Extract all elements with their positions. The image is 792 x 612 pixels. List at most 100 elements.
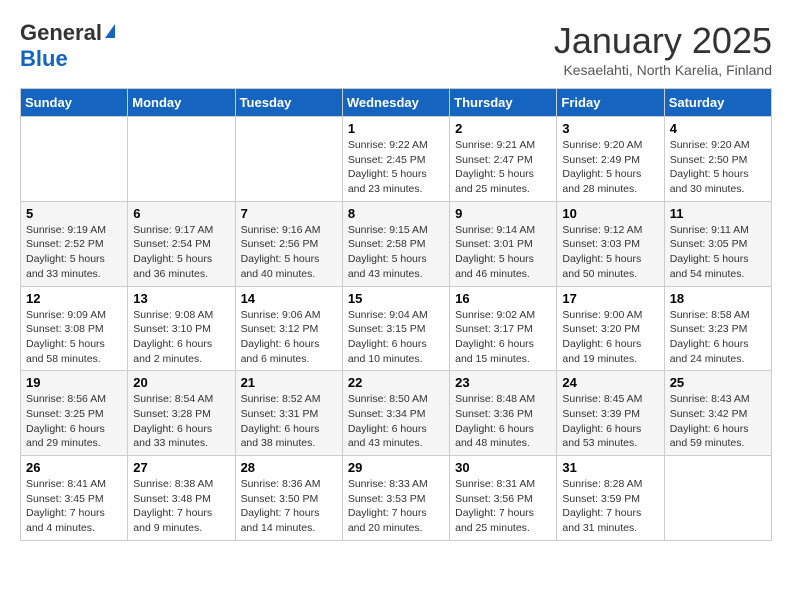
calendar-day-cell: 29 Sunrise: 8:33 AM Sunset: 3:53 PM Dayli… — [342, 456, 449, 541]
calendar-day-cell — [235, 117, 342, 202]
calendar-day-cell: 30 Sunrise: 8:31 AM Sunset: 3:56 PM Dayli… — [450, 456, 557, 541]
day-number: 10 — [562, 206, 658, 221]
calendar-day-cell: 4 Sunrise: 9:20 AM Sunset: 2:50 PM Daylig… — [664, 117, 771, 202]
calendar-day-cell: 18 Sunrise: 8:58 AM Sunset: 3:23 PM Dayli… — [664, 286, 771, 371]
day-number: 22 — [348, 375, 444, 390]
calendar-day-cell: 28 Sunrise: 8:36 AM Sunset: 3:50 PM Dayli… — [235, 456, 342, 541]
calendar-day-cell: 15 Sunrise: 9:04 AM Sunset: 3:15 PM Dayli… — [342, 286, 449, 371]
day-number: 28 — [241, 460, 337, 475]
day-info: Sunrise: 8:41 AM Sunset: 3:45 PM Dayligh… — [26, 477, 122, 536]
day-number: 26 — [26, 460, 122, 475]
day-number: 9 — [455, 206, 551, 221]
day-info: Sunrise: 9:04 AM Sunset: 3:15 PM Dayligh… — [348, 308, 444, 367]
day-number: 4 — [670, 121, 766, 136]
day-of-week-header: Sunday — [21, 89, 128, 117]
calendar-day-cell: 21Sunrise: 8:52 AM Sunset: 3:31 PM Dayli… — [235, 371, 342, 456]
page-header: General Blue January 2025 Kesaelahti, No… — [20, 20, 772, 78]
calendar-week-row: 19Sunrise: 8:56 AM Sunset: 3:25 PM Dayli… — [21, 371, 772, 456]
day-info: Sunrise: 9:09 AM Sunset: 3:08 PM Dayligh… — [26, 308, 122, 367]
calendar-day-cell: 13 Sunrise: 9:08 AM Sunset: 3:10 PM Dayli… — [128, 286, 235, 371]
calendar-day-cell: 24 Sunrise: 8:45 AM Sunset: 3:39 PM Dayli… — [557, 371, 664, 456]
calendar-day-cell: 6Sunrise: 9:17 AM Sunset: 2:54 PM Daylig… — [128, 201, 235, 286]
day-info: Sunrise: 8:28 AM Sunset: 3:59 PM Dayligh… — [562, 477, 658, 536]
day-of-week-header: Wednesday — [342, 89, 449, 117]
day-info: Sunrise: 8:31 AM Sunset: 3:56 PM Dayligh… — [455, 477, 551, 536]
day-info: Sunrise: 8:38 AM Sunset: 3:48 PM Dayligh… — [133, 477, 229, 536]
calendar-day-cell: 7 Sunrise: 9:16 AM Sunset: 2:56 PM Daylig… — [235, 201, 342, 286]
day-number: 11 — [670, 206, 766, 221]
calendar-day-cell: 12 Sunrise: 9:09 AM Sunset: 3:08 PM Dayli… — [21, 286, 128, 371]
day-of-week-header: Friday — [557, 89, 664, 117]
day-info: Sunrise: 9:20 AM Sunset: 2:50 PM Dayligh… — [670, 138, 766, 197]
calendar-day-cell: 3 Sunrise: 9:20 AM Sunset: 2:49 PM Daylig… — [557, 117, 664, 202]
day-number: 8 — [348, 206, 444, 221]
logo-blue-text: Blue — [20, 46, 68, 72]
calendar-week-row: 1Sunrise: 9:22 AM Sunset: 2:45 PM Daylig… — [21, 117, 772, 202]
day-number: 29 — [348, 460, 444, 475]
calendar-day-cell: 19Sunrise: 8:56 AM Sunset: 3:25 PM Dayli… — [21, 371, 128, 456]
calendar-week-row: 26 Sunrise: 8:41 AM Sunset: 3:45 PM Dayli… — [21, 456, 772, 541]
day-number: 18 — [670, 291, 766, 306]
day-of-week-header: Monday — [128, 89, 235, 117]
day-info: Sunrise: 9:20 AM Sunset: 2:49 PM Dayligh… — [562, 138, 658, 197]
calendar-day-cell: 20Sunrise: 8:54 AM Sunset: 3:28 PM Dayli… — [128, 371, 235, 456]
calendar-day-cell: 14 Sunrise: 9:06 AM Sunset: 3:12 PM Dayli… — [235, 286, 342, 371]
day-info: Sunrise: 8:36 AM Sunset: 3:50 PM Dayligh… — [241, 477, 337, 536]
day-info: Sunrise: 8:50 AM Sunset: 3:34 PM Dayligh… — [348, 392, 444, 451]
day-info: Sunrise: 8:52 AM Sunset: 3:31 PM Dayligh… — [241, 392, 337, 451]
day-number: 20 — [133, 375, 229, 390]
day-number: 31 — [562, 460, 658, 475]
calendar-day-cell: 10 Sunrise: 9:12 AM Sunset: 3:03 PM Dayli… — [557, 201, 664, 286]
calendar-day-cell — [664, 456, 771, 541]
calendar-day-cell: 22 Sunrise: 8:50 AM Sunset: 3:34 PM Dayli… — [342, 371, 449, 456]
day-number: 14 — [241, 291, 337, 306]
calendar-day-cell: 23 Sunrise: 8:48 AM Sunset: 3:36 PM Dayli… — [450, 371, 557, 456]
day-of-week-header: Saturday — [664, 89, 771, 117]
day-info: Sunrise: 8:45 AM Sunset: 3:39 PM Dayligh… — [562, 392, 658, 451]
month-title: January 2025 — [554, 20, 772, 62]
day-info: Sunrise: 9:02 AM Sunset: 3:17 PM Dayligh… — [455, 308, 551, 367]
calendar-week-row: 5 Sunrise: 9:19 AM Sunset: 2:52 PM Daylig… — [21, 201, 772, 286]
calendar-day-cell: 17 Sunrise: 9:00 AM Sunset: 3:20 PM Dayli… — [557, 286, 664, 371]
day-number: 17 — [562, 291, 658, 306]
day-info: Sunrise: 9:06 AM Sunset: 3:12 PM Dayligh… — [241, 308, 337, 367]
day-number: 13 — [133, 291, 229, 306]
day-info: Sunrise: 9:00 AM Sunset: 3:20 PM Dayligh… — [562, 308, 658, 367]
day-number: 27 — [133, 460, 229, 475]
location-text: Kesaelahti, North Karelia, Finland — [554, 62, 772, 78]
day-of-week-header: Tuesday — [235, 89, 342, 117]
day-number: 12 — [26, 291, 122, 306]
logo: General Blue — [20, 20, 115, 72]
day-info: Sunrise: 9:16 AM Sunset: 2:56 PM Dayligh… — [241, 223, 337, 282]
day-info: Sunrise: 8:58 AM Sunset: 3:23 PM Dayligh… — [670, 308, 766, 367]
day-info: Sunrise: 9:12 AM Sunset: 3:03 PM Dayligh… — [562, 223, 658, 282]
day-number: 3 — [562, 121, 658, 136]
calendar-day-cell: 26 Sunrise: 8:41 AM Sunset: 3:45 PM Dayli… — [21, 456, 128, 541]
day-number: 24 — [562, 375, 658, 390]
day-number: 5 — [26, 206, 122, 221]
calendar-day-cell: 5 Sunrise: 9:19 AM Sunset: 2:52 PM Daylig… — [21, 201, 128, 286]
day-info: Sunrise: 9:17 AM Sunset: 2:54 PM Dayligh… — [133, 223, 229, 282]
calendar-day-cell — [21, 117, 128, 202]
calendar-week-row: 12 Sunrise: 9:09 AM Sunset: 3:08 PM Dayli… — [21, 286, 772, 371]
day-number: 7 — [241, 206, 337, 221]
day-info: Sunrise: 9:19 AM Sunset: 2:52 PM Dayligh… — [26, 223, 122, 282]
day-number: 23 — [455, 375, 551, 390]
day-info: Sunrise: 9:08 AM Sunset: 3:10 PM Dayligh… — [133, 308, 229, 367]
day-info: Sunrise: 8:33 AM Sunset: 3:53 PM Dayligh… — [348, 477, 444, 536]
day-number: 15 — [348, 291, 444, 306]
logo-general-text: General — [20, 20, 102, 46]
day-info: Sunrise: 8:43 AM Sunset: 3:42 PM Dayligh… — [670, 392, 766, 451]
day-number: 30 — [455, 460, 551, 475]
day-of-week-header: Thursday — [450, 89, 557, 117]
title-area: January 2025 Kesaelahti, North Karelia, … — [554, 20, 772, 78]
day-info: Sunrise: 9:14 AM Sunset: 3:01 PM Dayligh… — [455, 223, 551, 282]
calendar-day-cell: 2Sunrise: 9:21 AM Sunset: 2:47 PM Daylig… — [450, 117, 557, 202]
calendar-day-cell: 16Sunrise: 9:02 AM Sunset: 3:17 PM Dayli… — [450, 286, 557, 371]
calendar-day-cell: 11Sunrise: 9:11 AM Sunset: 3:05 PM Dayli… — [664, 201, 771, 286]
day-number: 1 — [348, 121, 444, 136]
day-number: 19 — [26, 375, 122, 390]
calendar-table: SundayMondayTuesdayWednesdayThursdayFrid… — [20, 88, 772, 541]
day-info: Sunrise: 8:48 AM Sunset: 3:36 PM Dayligh… — [455, 392, 551, 451]
calendar-day-cell: 27 Sunrise: 8:38 AM Sunset: 3:48 PM Dayli… — [128, 456, 235, 541]
